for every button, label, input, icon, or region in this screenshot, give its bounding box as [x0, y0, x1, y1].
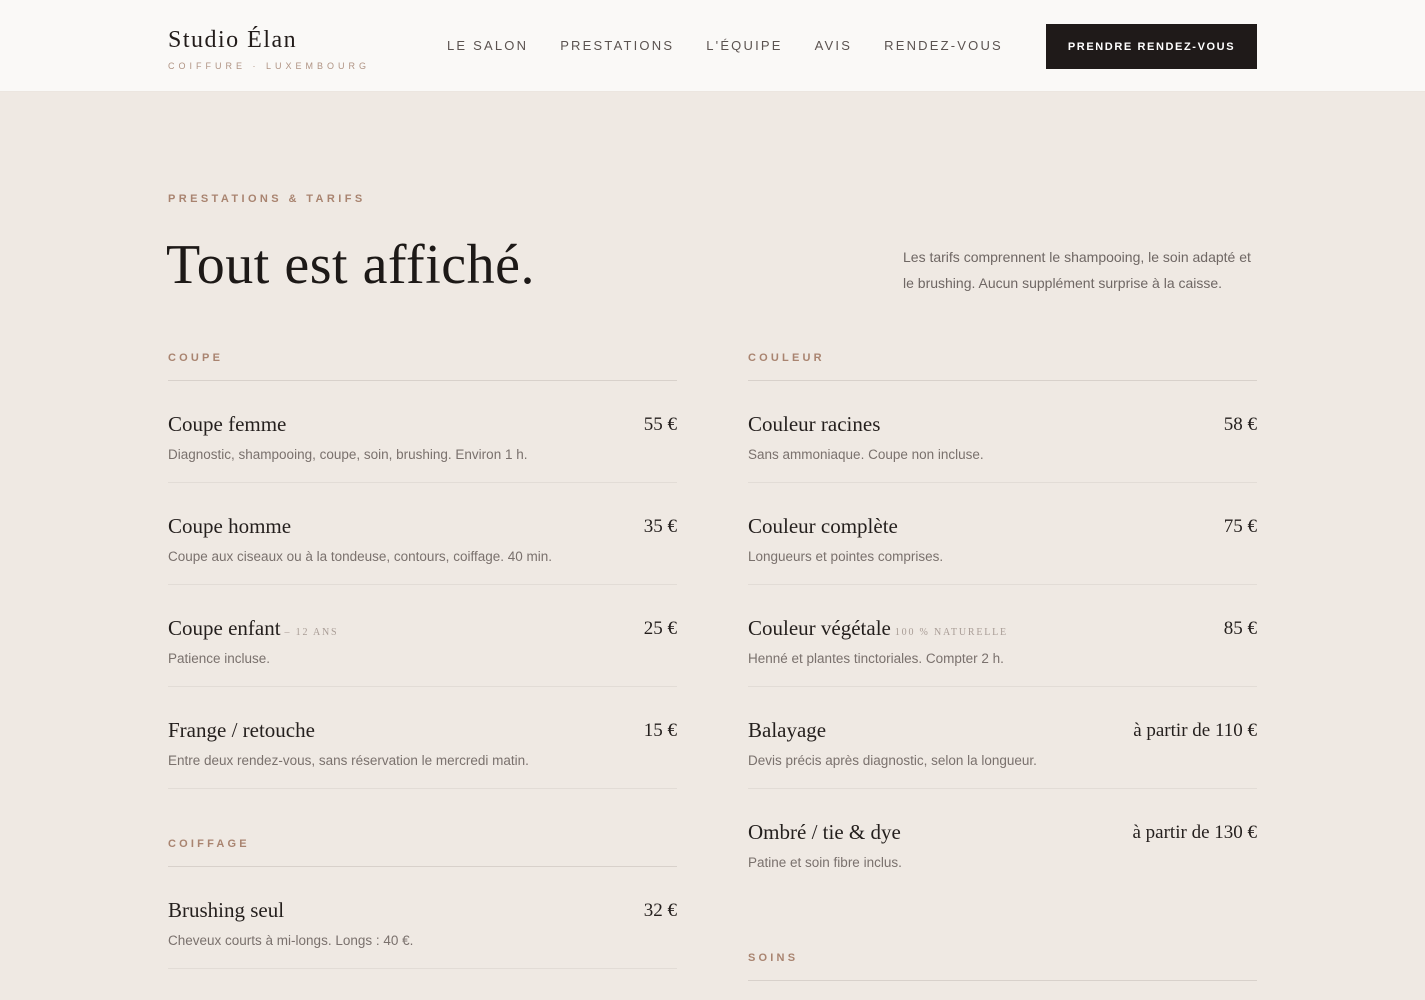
service-name: Brushing seul — [168, 898, 285, 922]
service-price: 85 € — [1223, 618, 1257, 639]
service-price: 32 € — [643, 900, 677, 921]
service-price: 25 € — [643, 618, 677, 639]
service-description: Patience incluse. — [168, 651, 271, 666]
brand-logo[interactable]: Studio Élan COIFFURE · LUXEMBOURG — [168, 26, 370, 71]
service-name: Coupe homme — [168, 514, 292, 538]
service-description: Devis précis après diagnostic, selon la … — [748, 753, 1037, 768]
intro-text: Les tarifs comprennent le shampooing, le… — [903, 249, 1251, 291]
category-heading-coiffage: COIFFAGE — [168, 829, 677, 867]
service-item: Balayage à partir de 110 € Devis précis … — [748, 687, 1257, 789]
brand-tagline: COIFFURE · LUXEMBOURG — [168, 61, 371, 71]
service-name: Coupe enfant – 12 ANS — [168, 616, 339, 640]
service-name: Ombré / tie & dye — [748, 820, 901, 844]
service-price: à partir de 110 € — [1133, 720, 1257, 741]
service-price: 15 € — [643, 720, 677, 741]
service-name: Couleur racines — [748, 412, 881, 436]
service-name: Couleur complète — [748, 514, 898, 538]
book-appointment-button[interactable]: PRENDRE RENDEZ-VOUS — [1046, 24, 1257, 69]
category-heading-soins: SOINS — [748, 943, 1257, 981]
service-item: Couleur complète 75 € Longueurs et point… — [748, 483, 1257, 585]
service-item: Brushing seul 32 € Cheveux courts à mi-l… — [168, 867, 677, 969]
service-description: Diagnostic, shampooing, coupe, soin, bru… — [168, 447, 528, 462]
service-description: Coupe aux ciseaux ou à la tondeuse, cont… — [168, 549, 552, 564]
service-description: Longueurs et pointes comprises. — [748, 549, 944, 564]
service-item: Coupe homme 35 € Coupe aux ciseaux ou à … — [168, 483, 677, 585]
service-tag: – 12 ANS — [284, 627, 339, 638]
service-description: Cheveux courts à mi-longs. Longs : 40 €. — [168, 933, 414, 948]
service-price: 35 € — [643, 516, 677, 537]
category-heading-coupe: COUPE — [168, 343, 677, 381]
service-description: Sans ammoniaque. Coupe non incluse. — [748, 447, 984, 462]
service-description: Henné et plantes tinctoriales. Compter 2… — [748, 651, 1004, 666]
service-name: Couleur végétale 100 % NATURELLE — [748, 616, 1008, 640]
service-tag: 100 % NATURELLE — [894, 627, 1008, 638]
service-item: Frange / retouche 15 € Entre deux rendez… — [168, 687, 677, 789]
services-column-left: COUPE Coupe femme 55 € Diagnostic, shamp… — [168, 343, 677, 969]
service-price: à partir de 130 € — [1132, 822, 1257, 843]
nav-link-equipe[interactable]: L'ÉQUIPE — [706, 38, 782, 54]
services-column-right: COULEUR Couleur racines 58 € Sans ammoni… — [748, 343, 1257, 981]
brand-name: Studio Élan — [168, 27, 298, 53]
nav-link-avis[interactable]: AVIS — [815, 38, 852, 54]
service-item: Coupe femme 55 € Diagnostic, shampooing,… — [168, 381, 677, 483]
service-price: 58 € — [1223, 414, 1257, 435]
nav-link-prestations[interactable]: PRESTATIONS — [560, 38, 674, 54]
service-description: Entre deux rendez-vous, sans réservation… — [168, 753, 529, 768]
service-name: Frange / retouche — [168, 718, 315, 742]
service-name: Coupe femme — [168, 412, 287, 436]
service-item: Ombré / tie & dye à partir de 130 € Pati… — [748, 789, 1257, 891]
service-item: Couleur racines 58 € Sans ammoniaque. Co… — [748, 381, 1257, 483]
nav-link-le-salon[interactable]: LE SALON — [447, 38, 528, 54]
service-price: 75 € — [1223, 516, 1257, 537]
category-heading-couleur: COULEUR — [748, 343, 1257, 381]
site-header: Studio Élan COIFFURE · LUXEMBOURG LE SAL… — [0, 0, 1425, 92]
section-eyebrow: PRESTATIONS & TARIFS — [168, 193, 366, 205]
service-item: Coupe enfant – 12 ANS 25 € Patience inclu… — [168, 585, 677, 687]
main-nav: LE SALON PRESTATIONS L'ÉQUIPE AVIS RENDE… — [447, 38, 1035, 54]
page-title: Tout est affiché. — [166, 234, 535, 296]
nav-link-rendez-vous[interactable]: RENDEZ-VOUS — [884, 38, 1003, 54]
service-item: Couleur végétale 100 % NATURELLE 85 € Hen… — [748, 585, 1257, 687]
service-price: 55 € — [643, 414, 677, 435]
service-name: Balayage — [748, 718, 827, 742]
service-description: Patine et soin fibre inclus. — [748, 855, 902, 870]
